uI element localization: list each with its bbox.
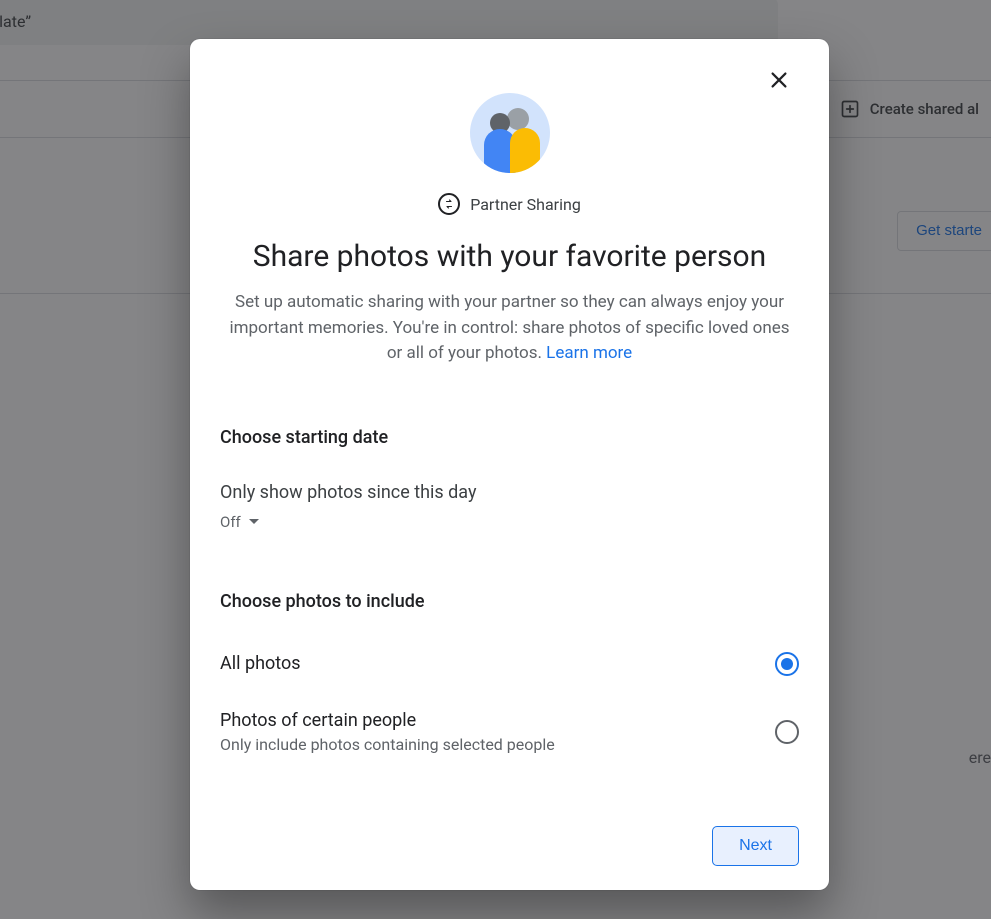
- option-certain-people[interactable]: Photos of certain people Only include ph…: [220, 710, 799, 754]
- partner-sharing-hero-icon: [470, 93, 550, 173]
- radio-checked-icon[interactable]: [775, 652, 799, 676]
- option-label: All photos: [220, 653, 301, 674]
- learn-more-link[interactable]: Learn more: [546, 343, 632, 363]
- starting-date-value: Off: [220, 513, 241, 531]
- chevron-down-icon: [249, 519, 259, 524]
- dialog-title: Share photos with your favorite person: [220, 239, 799, 274]
- radio-unchecked-icon[interactable]: [775, 720, 799, 744]
- photos-options-group: All photos Photos of certain people Only…: [220, 652, 799, 754]
- dialog-description: Set up automatic sharing with your partn…: [228, 290, 791, 367]
- option-sublabel: Only include photos containing selected …: [220, 735, 555, 754]
- option-label: Photos of certain people: [220, 710, 555, 731]
- swap-icon: [438, 193, 460, 215]
- starting-date-setting-label: Only show photos since this day: [220, 482, 799, 503]
- partner-sharing-dialog: Partner Sharing Share photos with your f…: [190, 39, 829, 890]
- next-button[interactable]: Next: [712, 826, 799, 866]
- dialog-footer: Next: [220, 826, 799, 866]
- dialog-description-text: Set up automatic sharing with your partn…: [229, 292, 789, 363]
- dialog-subheader-label: Partner Sharing: [470, 195, 581, 214]
- starting-date-dropdown[interactable]: Off: [220, 513, 799, 531]
- section-starting-date-title: Choose starting date: [220, 427, 799, 448]
- option-all-photos[interactable]: All photos: [220, 652, 799, 676]
- dialog-subheader: Partner Sharing: [220, 193, 799, 215]
- close-icon: [768, 69, 790, 94]
- close-button[interactable]: [759, 61, 799, 101]
- section-photos-title: Choose photos to include: [220, 591, 799, 612]
